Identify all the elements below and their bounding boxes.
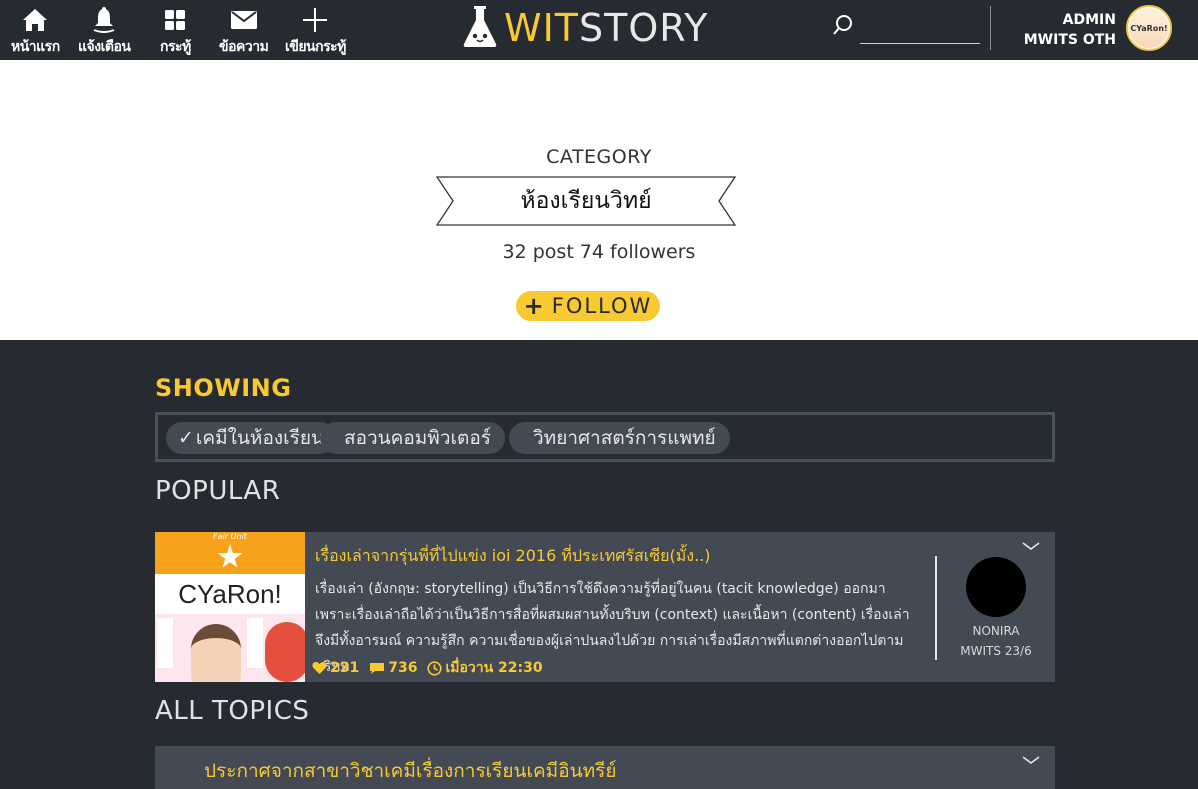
logo-wit: WIT (504, 6, 579, 50)
nav-topics[interactable]: กระทู้ (160, 4, 191, 58)
follow-label: FOLLOW (551, 294, 653, 318)
nav-messages[interactable]: ข้อความ (219, 4, 269, 58)
thumb-character (191, 624, 241, 682)
post-title[interactable]: เรื่องเล่าจากรุ่นพี่ที่ไปแข่ง ioi 2016 ท… (315, 544, 915, 569)
category-label: CATEGORY (546, 146, 652, 168)
search-area (832, 14, 980, 44)
chevron-down-icon[interactable] (1021, 536, 1041, 555)
topic-title[interactable]: ประกาศจากสาขาวิชาเคมีเรื่องการเรียนเคมีอ… (204, 756, 616, 786)
popular-title: POPULAR (155, 476, 281, 506)
logo-story: STORY (579, 6, 709, 50)
nav-new-topic-label: เขียนกระทู้ (285, 39, 346, 55)
envelope-icon (230, 4, 258, 36)
search-icon[interactable] (832, 14, 854, 40)
author-name[interactable]: NONIRA (936, 624, 1056, 638)
flask-icon (462, 4, 498, 52)
thumb-title: CYaRon! (178, 579, 282, 609)
filter-chips: ✓ เคมีในห้องเรียน สอวนคอมพิวเตอร์ วิทยาศ… (155, 412, 1055, 462)
chip-label: เคมีในห้องเรียน (195, 427, 324, 449)
nav-home[interactable]: หน้าแรก (11, 4, 60, 58)
chip-label: วิทยาศาสตร์การแพทย์ (533, 427, 716, 449)
user-info[interactable]: ADMIN MWITS OTH (1024, 10, 1116, 50)
category-stats: 32 post 74 followers (502, 241, 696, 263)
logo-text: WITSTORY (504, 5, 708, 51)
category-ribbon: ห้องเรียนวิทย์ (436, 176, 736, 226)
post-thumbnail[interactable]: Fair Unit CYaRon! (155, 532, 305, 682)
follow-plus-icon: + (523, 292, 546, 320)
comments-value: 736 (388, 660, 418, 676)
nav-notifications-label: แจ้งเตือน (78, 39, 131, 55)
post-time: เมื่อวาน 22:30 (427, 657, 543, 679)
chip-medical-science[interactable]: วิทยาศาสตร์การแพทย์ (509, 422, 730, 454)
popular-post-card[interactable]: Fair Unit CYaRon! เรื่องเล่าจากรุ่นพี่ที… (155, 532, 1055, 682)
category-header: CATEGORY ห้องเรียนวิทย์ 32 post 74 follo… (0, 60, 1198, 340)
author-avatar[interactable] (966, 557, 1026, 617)
nav-home-label: หน้าแรก (11, 39, 60, 55)
top-navbar: หน้าแรก แจ้งเตือน กระทู้ ข้อความ เขียนกร… (0, 0, 1198, 60)
post-meta: 231 736 เมื่อวาน 22:30 (312, 657, 553, 679)
likes-count[interactable]: 231 (312, 660, 359, 676)
user-role: ADMIN (1062, 12, 1116, 28)
follow-button[interactable]: + FOLLOW (516, 291, 660, 321)
thumb-unit-text: Fair Unit (213, 532, 247, 541)
nav-messages-label: ข้อความ (219, 39, 269, 55)
showing-title: SHOWING (155, 374, 292, 402)
star-icon (217, 544, 243, 568)
bell-icon (92, 4, 116, 36)
home-icon (21, 4, 49, 36)
thumb-character (265, 622, 305, 682)
chevron-down-icon[interactable] (1021, 750, 1041, 769)
all-topics-title: ALL TOPICS (155, 696, 310, 726)
user-avatar[interactable]: CYaRon! (1126, 5, 1172, 51)
heart-icon (312, 662, 327, 674)
search-input[interactable] (860, 14, 980, 44)
chip-label: สอวนคอมพิวเตอร์ (344, 427, 491, 449)
author-class: MWITS 23/6 (960, 644, 1032, 658)
time-value: เมื่อวาน 22:30 (445, 660, 543, 676)
nav-new-topic[interactable]: เขียนกระทู้ (285, 4, 346, 58)
comments-count[interactable]: 736 (369, 660, 417, 676)
avatar-image: CYaRon! (1129, 8, 1169, 48)
nav-notifications[interactable]: แจ้งเตือน (78, 4, 131, 58)
clock-icon (427, 660, 443, 676)
check-icon: ✓ (178, 427, 194, 449)
nav-topics-label: กระทู้ (160, 39, 191, 55)
grid-icon (164, 4, 186, 36)
chip-computer-olympiad[interactable]: สอวนคอมพิวเตอร์ (320, 422, 505, 454)
witstory-logo[interactable]: WITSTORY (462, 4, 708, 52)
comment-icon (370, 662, 385, 674)
category-name: ห้องเรียนวิทย์ (520, 188, 652, 214)
likes-value: 231 (330, 660, 360, 676)
thumb-name-tag (157, 618, 173, 668)
topic-card[interactable]: ประกาศจากสาขาวิชาเคมีเรื่องการเรียนเคมีอ… (155, 746, 1055, 789)
thumb-name-tag (247, 618, 263, 668)
plus-icon (301, 4, 329, 36)
nav-divider (990, 6, 991, 50)
chip-chemistry[interactable]: ✓ เคมีในห้องเรียน (166, 422, 336, 454)
user-school: MWITS OTH (1023, 32, 1116, 48)
